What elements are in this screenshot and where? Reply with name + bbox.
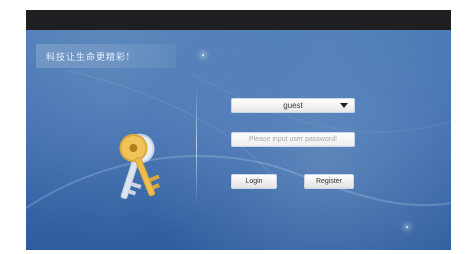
sparkle [406, 226, 408, 228]
user-select[interactable]: guest [231, 98, 355, 113]
top-bar [26, 10, 451, 30]
password-field[interactable]: Please input user password! [231, 132, 355, 147]
slogan-banner: 科技让生命更精彩! [36, 44, 176, 68]
vertical-divider [196, 85, 197, 205]
chevron-down-icon[interactable] [340, 103, 348, 108]
user-select-value: guest [283, 101, 303, 110]
login-button[interactable]: Login [231, 174, 277, 189]
password-placeholder: Please input user password! [249, 136, 337, 143]
sparkle [202, 54, 204, 56]
register-button[interactable]: Register [304, 174, 354, 189]
login-screen: 科技让生命更精彩! guest Please input user passwo… [26, 30, 451, 250]
keys-icon [119, 133, 160, 200]
